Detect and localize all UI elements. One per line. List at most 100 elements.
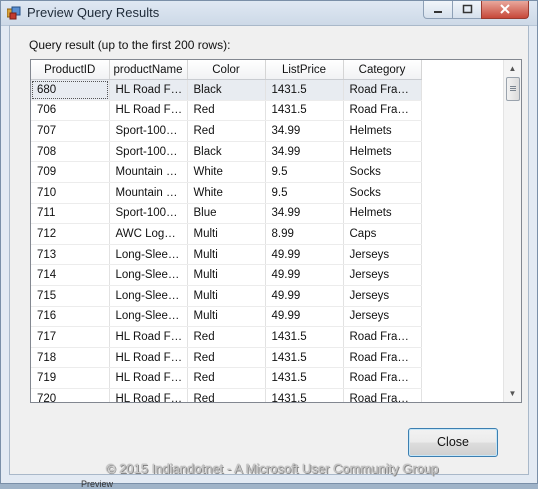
cell-color[interactable]: Red (187, 326, 266, 348)
cell-productname[interactable]: AWC Log… (109, 223, 188, 245)
cell-color[interactable]: Multi (187, 223, 266, 245)
cell-category[interactable]: Road Fra… (343, 100, 422, 122)
cell-listprice[interactable]: 1431.5 (265, 367, 344, 389)
cell-color[interactable]: Multi (187, 306, 266, 328)
scrollbar-thumb[interactable] (506, 77, 520, 101)
scroll-down-arrow-icon[interactable]: ▼ (504, 385, 521, 402)
cell-listprice[interactable]: 34.99 (265, 141, 344, 163)
cell-productid[interactable]: 708 (31, 141, 110, 163)
table-row[interactable]: 720 HL Road F… Red 1431.5 Road Fra… (31, 388, 422, 402)
cell-productid[interactable]: 717 (31, 326, 110, 348)
table-row[interactable]: 707 Sport-100… Red 34.99 Helmets (31, 120, 422, 142)
cell-category[interactable]: Helmets (343, 141, 422, 163)
vertical-scrollbar[interactable]: ▲ ▼ (503, 60, 521, 402)
cell-listprice[interactable]: 1431.5 (265, 388, 344, 402)
cell-listprice[interactable]: 49.99 (265, 306, 344, 328)
cell-color[interactable]: White (187, 182, 266, 204)
minimize-button[interactable] (423, 1, 453, 19)
cell-productname[interactable]: HL Road F… (109, 347, 188, 369)
cell-productid[interactable]: 715 (31, 285, 110, 307)
cell-productname[interactable]: Mountain … (109, 182, 188, 204)
cell-listprice[interactable]: 49.99 (265, 264, 344, 286)
cell-productid[interactable]: 718 (31, 347, 110, 369)
table-row[interactable]: 708 Sport-100… Black 34.99 Helmets (31, 141, 422, 163)
cell-color[interactable]: Red (187, 388, 266, 402)
cell-category[interactable]: Socks (343, 182, 422, 204)
scroll-up-arrow-icon[interactable]: ▲ (504, 60, 521, 77)
cell-productid[interactable]: 711 (31, 203, 110, 225)
cell-productname[interactable]: Long-Slee… (109, 306, 188, 328)
cell-productname[interactable]: HL Road F… (109, 326, 188, 348)
table-row[interactable]: 715 Long-Slee… Multi 49.99 Jerseys (31, 285, 422, 307)
cell-productname[interactable]: Mountain … (109, 161, 188, 183)
cell-category[interactable]: Jerseys (343, 244, 422, 266)
cell-productid[interactable]: 710 (31, 182, 110, 204)
cell-productname[interactable]: Long-Slee… (109, 244, 188, 266)
cell-productname[interactable]: HL Road F… (109, 79, 188, 101)
cell-category[interactable]: Socks (343, 161, 422, 183)
column-header-productname[interactable]: productName (109, 60, 188, 80)
cell-productid[interactable]: 720 (31, 388, 110, 402)
cell-listprice[interactable]: 49.99 (265, 244, 344, 266)
cell-listprice[interactable]: 1431.5 (265, 347, 344, 369)
cell-listprice[interactable]: 34.99 (265, 120, 344, 142)
cell-productid[interactable]: 714 (31, 264, 110, 286)
cell-listprice[interactable]: 9.5 (265, 161, 344, 183)
column-header-category[interactable]: Category (343, 60, 422, 80)
cell-productid[interactable]: 706 (31, 100, 110, 122)
cell-color[interactable]: Red (187, 367, 266, 389)
cell-category[interactable]: Jerseys (343, 264, 422, 286)
column-header-color[interactable]: Color (187, 60, 266, 80)
table-row[interactable]: 706 HL Road F… Red 1431.5 Road Fra… (31, 100, 422, 122)
cell-color[interactable]: Red (187, 120, 266, 142)
cell-color[interactable]: Black (187, 141, 266, 163)
close-window-button[interactable] (481, 1, 529, 19)
table-row[interactable]: 717 HL Road F… Red 1431.5 Road Fra… (31, 326, 422, 348)
table-row[interactable]: 714 Long-Slee… Multi 49.99 Jerseys (31, 264, 422, 286)
cell-listprice[interactable]: 1431.5 (265, 79, 344, 101)
cell-productid[interactable]: 680 (31, 79, 110, 101)
cell-category[interactable]: Road Fra… (343, 326, 422, 348)
cell-category[interactable]: Jerseys (343, 285, 422, 307)
cell-productname[interactable]: Long-Slee… (109, 264, 188, 286)
cell-color[interactable]: Blue (187, 203, 266, 225)
cell-color[interactable]: Multi (187, 244, 266, 266)
cell-listprice[interactable]: 34.99 (265, 203, 344, 225)
cell-color[interactable]: Multi (187, 285, 266, 307)
cell-listprice[interactable]: 1431.5 (265, 100, 344, 122)
maximize-button[interactable] (452, 1, 482, 19)
cell-color[interactable]: Red (187, 347, 266, 369)
close-button[interactable]: Close (408, 428, 498, 457)
cell-productid[interactable]: 713 (31, 244, 110, 266)
table-row[interactable]: 710 Mountain … White 9.5 Socks (31, 182, 422, 204)
cell-productid[interactable]: 716 (31, 306, 110, 328)
cell-listprice[interactable]: 9.5 (265, 182, 344, 204)
cell-category[interactable]: Jerseys (343, 306, 422, 328)
cell-listprice[interactable]: 49.99 (265, 285, 344, 307)
cell-productname[interactable]: HL Road F… (109, 100, 188, 122)
table-row[interactable]: 709 Mountain … White 9.5 Socks (31, 161, 422, 183)
cell-category[interactable]: Road Fra… (343, 347, 422, 369)
table-row[interactable]: 718 HL Road F… Red 1431.5 Road Fra… (31, 347, 422, 369)
cell-productid[interactable]: 709 (31, 161, 110, 183)
cell-productid[interactable]: 707 (31, 120, 110, 142)
cell-productid[interactable]: 719 (31, 367, 110, 389)
column-header-productid[interactable]: ProductID (31, 60, 110, 80)
cell-category[interactable]: Road Fra… (343, 388, 422, 402)
table-row[interactable]: 716 Long-Slee… Multi 49.99 Jerseys (31, 306, 422, 328)
cell-color[interactable]: Black (187, 79, 266, 101)
cell-productname[interactable]: HL Road F… (109, 367, 188, 389)
cell-productname[interactable]: Sport-100… (109, 141, 188, 163)
cell-color[interactable]: Red (187, 100, 266, 122)
cell-color[interactable]: White (187, 161, 266, 183)
cell-category[interactable]: Road Fra… (343, 367, 422, 389)
cell-color[interactable]: Multi (187, 264, 266, 286)
table-row[interactable]: 713 Long-Slee… Multi 49.99 Jerseys (31, 244, 422, 266)
results-grid[interactable]: ProductID productName Color ListPrice Ca… (30, 59, 522, 403)
cell-productname[interactable]: HL Road F… (109, 388, 188, 402)
table-row[interactable]: 680 HL Road F… Black 1431.5 Road Fra… (31, 79, 422, 101)
cell-category[interactable]: Helmets (343, 120, 422, 142)
cell-category[interactable]: Helmets (343, 203, 422, 225)
table-row[interactable]: 719 HL Road F… Red 1431.5 Road Fra… (31, 367, 422, 389)
title-bar[interactable]: Preview Query Results (1, 1, 537, 26)
